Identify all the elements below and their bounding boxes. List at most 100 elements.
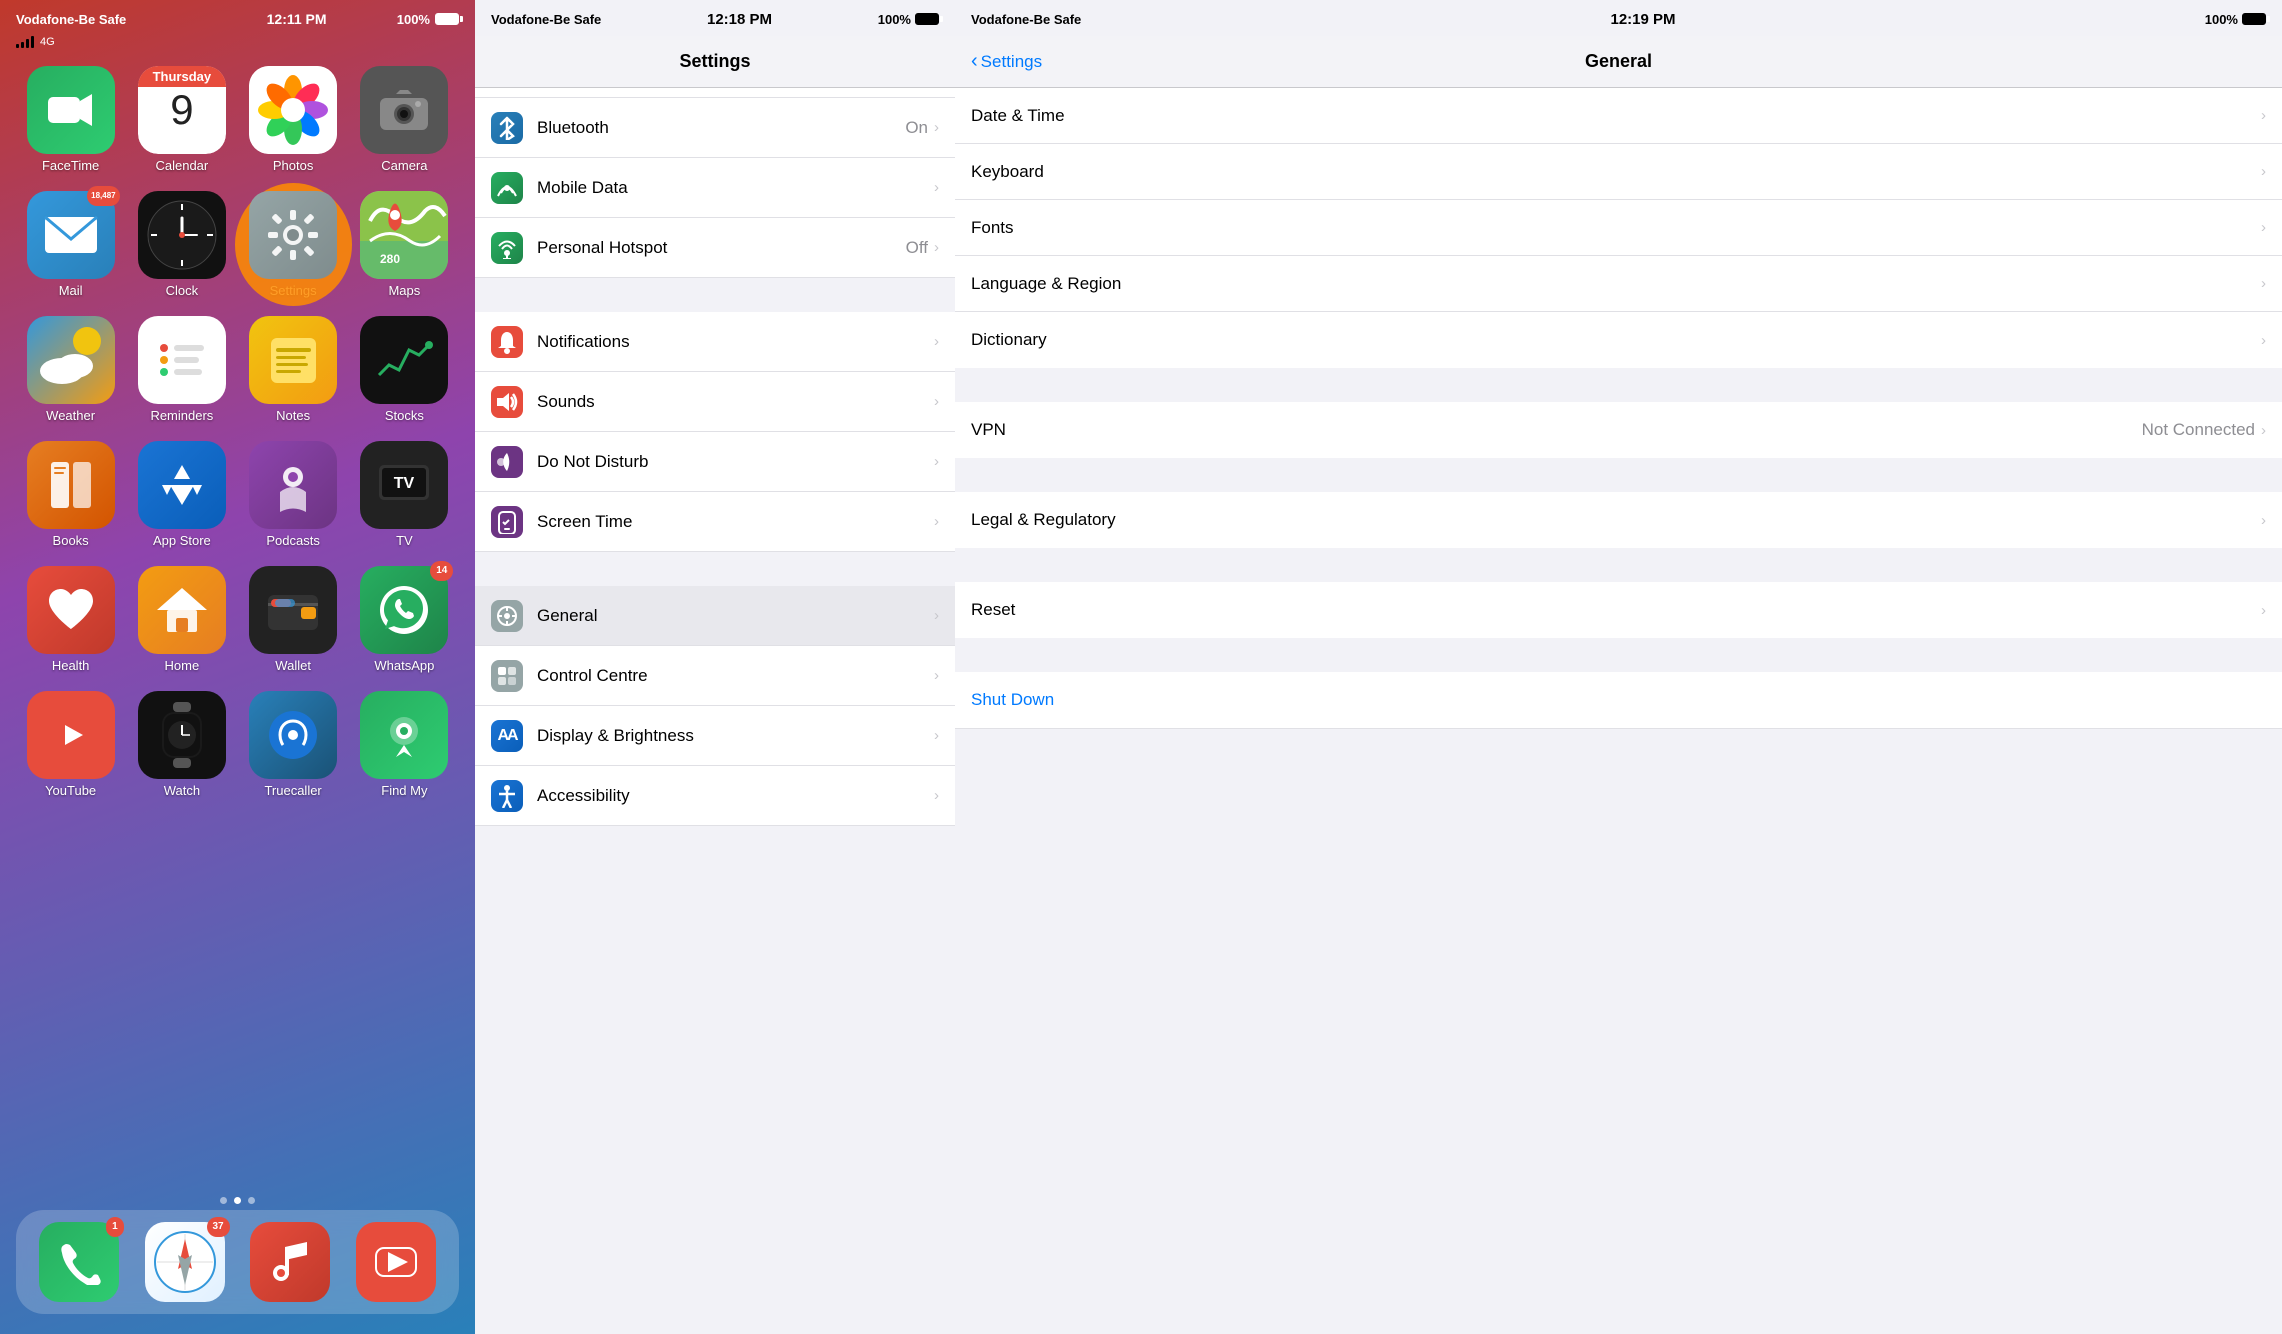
app-truecaller[interactable]: Truecaller: [243, 691, 344, 798]
app-calendar[interactable]: Thursday 9 Calendar: [131, 66, 232, 173]
dock-music[interactable]: [250, 1222, 330, 1302]
app-tv[interactable]: TV TV: [354, 441, 455, 548]
settings-row-sounds[interactable]: Sounds ›: [475, 372, 955, 432]
settings-nav-bar: Settings: [475, 36, 955, 88]
reminders-label: Reminders: [150, 408, 213, 423]
battery-home: 100%: [397, 12, 459, 27]
settings-row-mobile[interactable]: Mobile Data ›: [475, 158, 955, 218]
weather-label: Weather: [46, 408, 95, 423]
settings-row-controlcentre[interactable]: Control Centre ›: [475, 646, 955, 706]
app-facetime[interactable]: FaceTime: [20, 66, 121, 173]
reset-label: Reset: [971, 600, 2261, 620]
settings-row-dnd[interactable]: Do Not Disturb ›: [475, 432, 955, 492]
app-grid: FaceTime Thursday 9 Calendar: [0, 50, 475, 673]
mail-label: Mail: [59, 283, 83, 298]
general-row-dictionary[interactable]: Dictionary ›: [955, 312, 2282, 368]
general-row-shutdown[interactable]: Shut Down: [955, 672, 2282, 728]
general-row-vpn[interactable]: VPN Not Connected ›: [955, 402, 2282, 458]
music-icon: [250, 1222, 330, 1302]
settings-row-general[interactable]: General ›: [475, 586, 955, 646]
accessibility-label: Accessibility: [537, 786, 934, 806]
camera-icon: [360, 66, 448, 154]
vpn-value: Not Connected: [2142, 420, 2255, 440]
dot-1: [220, 1197, 227, 1204]
mobile-icon: [491, 172, 523, 204]
keyboard-label: Keyboard: [971, 162, 2261, 182]
app-notes[interactable]: Notes: [243, 316, 344, 423]
app-maps[interactable]: 280 Maps: [354, 191, 455, 298]
controlcentre-label: Control Centre: [537, 666, 934, 686]
app-photos[interactable]: Photos: [243, 66, 344, 173]
app-appstore[interactable]: App Store: [131, 441, 232, 548]
app-reminders[interactable]: Reminders: [131, 316, 232, 423]
app-camera[interactable]: Camera: [354, 66, 455, 173]
app-mail[interactable]: 18,487 Mail: [20, 191, 121, 298]
datetime-chevron: ›: [2261, 107, 2266, 124]
controlcentre-chevron: ›: [934, 667, 939, 684]
maps-label: Maps: [388, 283, 420, 298]
settings-row-bluetooth[interactable]: Bluetooth On ›: [475, 98, 955, 158]
dock-phone[interactable]: 1: [39, 1222, 119, 1302]
general-page-title: General: [1585, 51, 1652, 72]
display-chevron: ›: [934, 727, 939, 744]
app-clock[interactable]: Clock: [131, 191, 232, 298]
app-youtube[interactable]: YouTube: [20, 691, 121, 798]
settings-row-display[interactable]: AA Display & Brightness ›: [475, 706, 955, 766]
settings-row-accessibility[interactable]: Accessibility ›: [475, 766, 955, 826]
mail-icon: 18,487: [27, 191, 115, 279]
notifications-label: Notifications: [537, 332, 934, 352]
bluetooth-icon: [491, 112, 523, 144]
camera-label: Camera: [381, 158, 427, 173]
notifications-chevron: ›: [934, 333, 939, 350]
tv-label: TV: [396, 533, 413, 548]
screentime-label: Screen Time: [537, 512, 934, 532]
podcasts-label: Podcasts: [266, 533, 319, 548]
app-findmy[interactable]: Find My: [354, 691, 455, 798]
general-row-keyboard[interactable]: Keyboard ›: [955, 144, 2282, 200]
hotspot-icon: [491, 232, 523, 264]
app-health[interactable]: Health: [20, 566, 121, 673]
app-whatsapp[interactable]: 14 WhatsApp: [354, 566, 455, 673]
battery-icon-general: [2242, 13, 2266, 25]
podcasts-icon: [249, 441, 337, 529]
general-row-datetime[interactable]: Date & Time ›: [955, 88, 2282, 144]
reset-chevron: ›: [2261, 602, 2266, 619]
sep-2: [475, 552, 955, 586]
general-chevron: ›: [934, 607, 939, 624]
dock-safari[interactable]: 37: [145, 1222, 225, 1302]
time-general: 12:19 PM: [1610, 11, 1675, 28]
back-button[interactable]: ‹ Settings: [971, 50, 1042, 73]
display-label: Display & Brightness: [537, 726, 934, 746]
app-settings[interactable]: Settings: [243, 191, 344, 298]
app-home[interactable]: Home: [131, 566, 232, 673]
general-row-reset[interactable]: Reset ›: [955, 582, 2282, 638]
app-stocks[interactable]: Stocks: [354, 316, 455, 423]
svg-text:280: 280: [380, 252, 400, 266]
gsep-4: [955, 638, 2282, 672]
health-icon: [27, 566, 115, 654]
app-wallet[interactable]: Wallet: [243, 566, 344, 673]
app-weather[interactable]: Weather: [20, 316, 121, 423]
facetime-label: FaceTime: [42, 158, 99, 173]
whatsapp-icon: 14: [360, 566, 448, 654]
general-row-legal[interactable]: Legal & Regulatory ›: [955, 492, 2282, 548]
phone-icon: 1: [39, 1222, 119, 1302]
settings-scroll-top: [475, 88, 955, 98]
settings-row-notifications[interactable]: Notifications ›: [475, 312, 955, 372]
app-watch[interactable]: Watch: [131, 691, 232, 798]
gsep-1: [955, 368, 2282, 402]
battery-pct-general: 100%: [2205, 12, 2238, 27]
dock-youtube[interactable]: [356, 1222, 436, 1302]
app-podcasts[interactable]: Podcasts: [243, 441, 344, 548]
sounds-label: Sounds: [537, 392, 934, 412]
language-chevron: ›: [2261, 275, 2266, 292]
dnd-chevron: ›: [934, 453, 939, 470]
general-row-language[interactable]: Language & Region ›: [955, 256, 2282, 312]
svg-text:TV: TV: [394, 475, 415, 492]
general-row-fonts[interactable]: Fonts ›: [955, 200, 2282, 256]
app-books[interactable]: Books: [20, 441, 121, 548]
truecaller-icon: [249, 691, 337, 779]
health-label: Health: [52, 658, 90, 673]
settings-row-screentime[interactable]: Screen Time ›: [475, 492, 955, 552]
settings-row-hotspot[interactable]: Personal Hotspot Off ›: [475, 218, 955, 278]
